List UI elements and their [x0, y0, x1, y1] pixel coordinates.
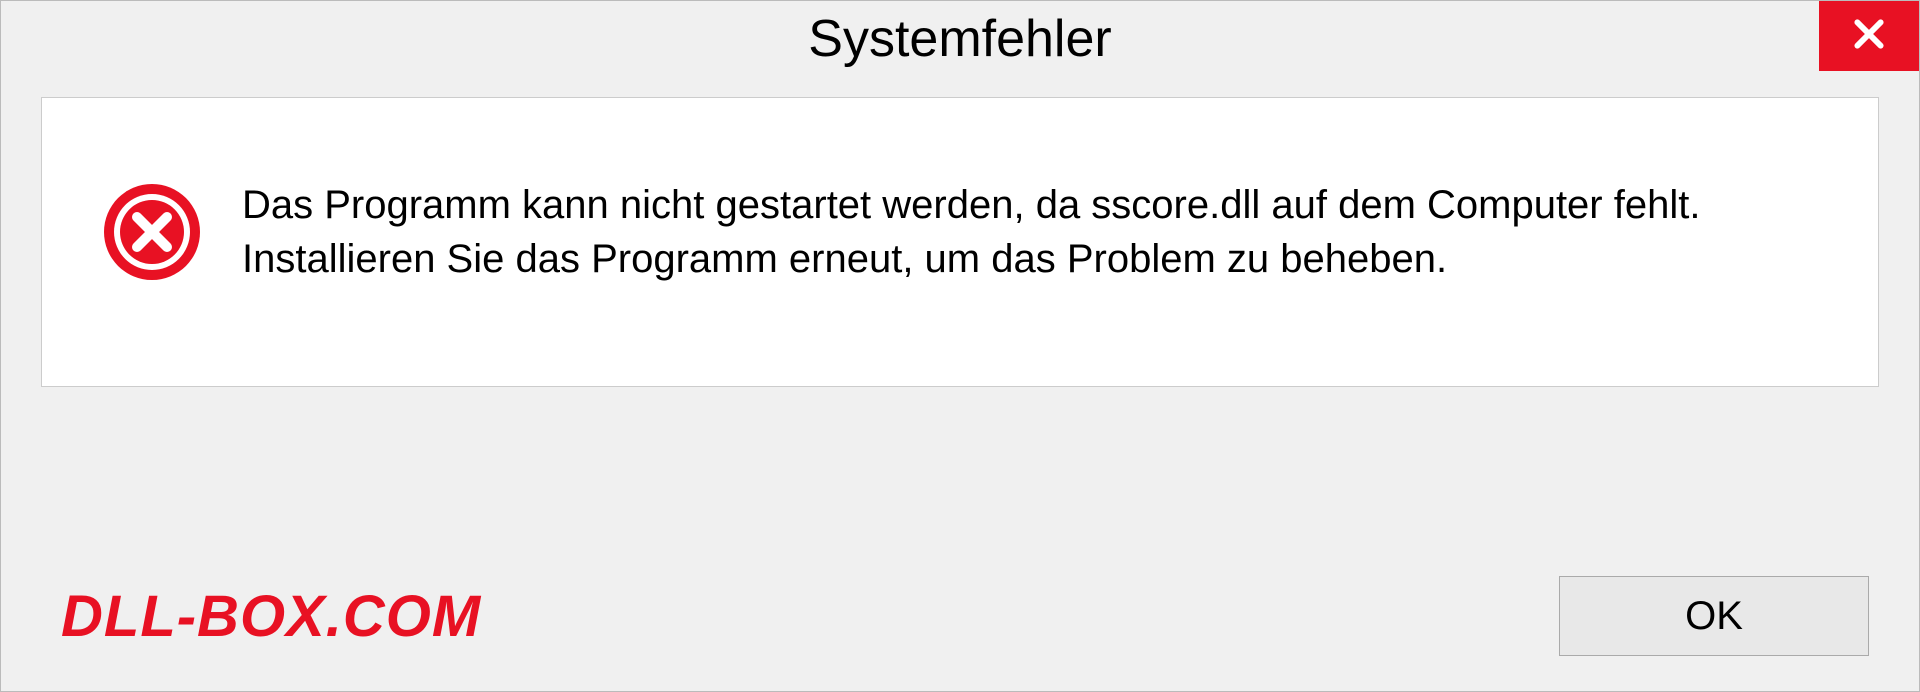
close-icon [1849, 14, 1889, 59]
ok-button[interactable]: OK [1559, 576, 1869, 656]
watermark-text: DLL-BOX.COM [61, 583, 481, 650]
system-error-dialog: Systemfehler Das Programm kann nicht ges… [0, 0, 1920, 692]
titlebar: Systemfehler [1, 1, 1919, 77]
dialog-content: Das Programm kann nicht gestartet werden… [41, 97, 1879, 387]
dialog-title: Systemfehler [808, 9, 1111, 69]
error-icon [102, 182, 202, 282]
dialog-footer: DLL-BOX.COM OK [1, 541, 1919, 691]
close-button[interactable] [1819, 1, 1919, 71]
error-message: Das Programm kann nicht gestartet werden… [242, 178, 1818, 286]
